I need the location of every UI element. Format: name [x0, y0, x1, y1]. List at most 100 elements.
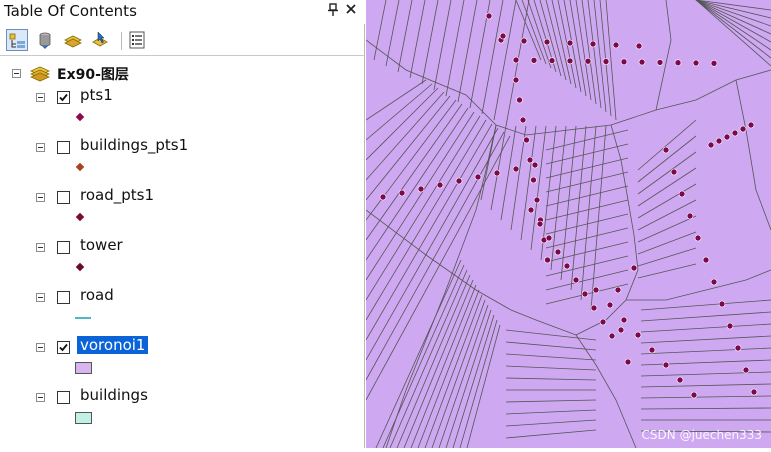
point-marker[interactable]	[526, 156, 534, 164]
point-marker[interactable]	[581, 290, 589, 298]
point-marker[interactable]	[527, 206, 535, 214]
point-marker[interactable]	[602, 58, 610, 65]
layer-visibility-checkbox-buildings[interactable]	[57, 391, 70, 404]
point-marker[interactable]	[455, 177, 463, 185]
list-by-drawing-order-button[interactable]	[6, 29, 28, 51]
layer-name-buildings-pts1[interactable]: buildings_pts1	[80, 136, 188, 154]
point-marker[interactable]	[662, 146, 670, 154]
point-marker[interactable]	[536, 220, 544, 228]
layer-name-road-pts1[interactable]: road_pts1	[80, 186, 154, 204]
map-view[interactable]: CSDN @juechen333	[365, 0, 771, 449]
point-marker[interactable]	[742, 366, 750, 374]
point-marker[interactable]	[512, 56, 520, 64]
point-marker[interactable]	[707, 141, 715, 149]
layer-collapse-toggle-road-pts1[interactable]	[36, 193, 45, 202]
layer-visibility-checkbox-road-pts1[interactable]	[57, 191, 70, 204]
point-marker[interactable]	[544, 256, 551, 264]
list-by-selection-button[interactable]	[90, 29, 112, 51]
point-marker[interactable]	[512, 76, 520, 84]
point-marker[interactable]	[543, 38, 551, 46]
layer-collapse-toggle-voronoi1[interactable]	[36, 343, 45, 352]
data-frame-label[interactable]: Ex90-图层	[57, 64, 129, 84]
point-marker[interactable]	[563, 262, 571, 270]
point-marker[interactable]	[530, 56, 538, 64]
point-marker[interactable]	[599, 318, 607, 326]
point-marker[interactable]	[648, 346, 656, 354]
point-marker[interactable]	[614, 286, 622, 294]
point-marker[interactable]	[715, 137, 723, 145]
layer-collapse-toggle-buildings-pts1[interactable]	[36, 143, 45, 152]
layer-name-road[interactable]: road	[80, 286, 114, 304]
point-marker[interactable]	[670, 168, 678, 176]
layer-collapse-toggle-road[interactable]	[36, 293, 45, 302]
pin-icon[interactable]	[327, 3, 339, 20]
point-marker[interactable]	[512, 165, 520, 173]
point-marker[interactable]	[436, 181, 444, 189]
point-marker[interactable]	[656, 59, 664, 66]
point-marker[interactable]	[624, 358, 632, 366]
point-marker[interactable]	[662, 361, 670, 369]
point-marker[interactable]	[485, 12, 493, 20]
layer-name-voronoi1[interactable]: voronoi1	[77, 336, 149, 354]
data-frame-collapse-toggle[interactable]	[12, 69, 21, 78]
point-marker[interactable]	[635, 42, 643, 50]
layer-visibility-checkbox-pts1[interactable]	[57, 91, 70, 104]
layer-collapse-toggle-buildings[interactable]	[36, 393, 45, 402]
point-marker[interactable]	[692, 59, 700, 67]
close-icon[interactable]	[345, 1, 357, 19]
point-marker[interactable]	[674, 59, 682, 67]
point-marker[interactable]	[531, 161, 539, 169]
layer-collapse-toggle-tower[interactable]	[36, 243, 45, 252]
point-marker[interactable]	[545, 234, 553, 242]
point-marker[interactable]	[516, 96, 523, 104]
point-marker[interactable]	[620, 316, 628, 324]
layer-visibility-checkbox-tower[interactable]	[57, 241, 70, 254]
point-marker[interactable]	[548, 57, 556, 64]
point-marker[interactable]	[606, 301, 614, 309]
options-button[interactable]	[126, 29, 148, 51]
point-marker[interactable]	[566, 57, 574, 65]
point-marker[interactable]	[533, 196, 541, 204]
point-marker[interactable]	[630, 264, 638, 272]
point-marker[interactable]	[592, 286, 600, 294]
point-marker[interactable]	[379, 193, 387, 201]
point-marker[interactable]	[739, 125, 747, 133]
point-marker[interactable]	[590, 304, 598, 312]
point-marker[interactable]	[417, 185, 425, 193]
point-marker[interactable]	[718, 300, 726, 308]
point-marker[interactable]	[566, 39, 574, 47]
point-marker[interactable]	[747, 121, 755, 129]
point-marker[interactable]	[726, 322, 734, 330]
point-marker[interactable]	[620, 58, 628, 66]
point-marker[interactable]	[710, 59, 718, 67]
point-marker[interactable]	[520, 37, 528, 45]
point-marker[interactable]	[638, 58, 646, 66]
point-marker[interactable]	[676, 376, 684, 384]
layer-name-buildings[interactable]: buildings	[80, 386, 148, 404]
list-by-visibility-button[interactable]	[62, 29, 84, 51]
point-marker[interactable]	[612, 41, 620, 49]
point-marker[interactable]	[694, 234, 702, 242]
point-marker[interactable]	[523, 136, 530, 144]
point-marker[interactable]	[678, 190, 686, 198]
layer-name-tower[interactable]: tower	[80, 236, 123, 254]
point-marker[interactable]	[686, 212, 694, 220]
point-marker[interactable]	[554, 248, 562, 256]
point-marker[interactable]	[723, 133, 731, 141]
point-marker[interactable]	[584, 57, 592, 65]
layer-name-pts1[interactable]: pts1	[80, 86, 113, 104]
point-marker[interactable]	[731, 129, 739, 137]
point-marker[interactable]	[690, 391, 698, 399]
point-marker[interactable]	[734, 344, 742, 352]
layer-visibility-checkbox-road[interactable]	[57, 291, 70, 304]
point-marker[interactable]	[499, 32, 507, 40]
point-marker[interactable]	[398, 189, 406, 197]
point-marker[interactable]	[572, 276, 580, 284]
point-marker[interactable]	[530, 176, 537, 184]
layer-visibility-checkbox-buildings-pts1[interactable]	[57, 141, 70, 154]
point-marker[interactable]	[634, 331, 642, 339]
layer-collapse-toggle-pts1[interactable]	[36, 93, 45, 102]
list-by-source-button[interactable]	[34, 29, 56, 51]
point-marker[interactable]	[608, 332, 616, 340]
point-marker[interactable]	[474, 173, 482, 181]
